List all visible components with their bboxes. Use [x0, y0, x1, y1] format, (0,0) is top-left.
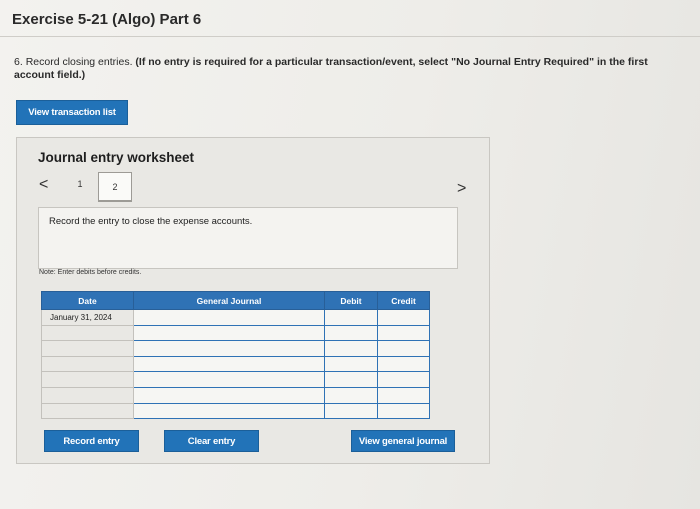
account-field[interactable]	[133, 324, 325, 342]
date-cell[interactable]	[41, 402, 134, 420]
credit-field[interactable]	[377, 371, 430, 388]
table-row	[41, 371, 430, 388]
table-row	[41, 386, 430, 404]
instructions: 6. Record closing entries. (If no entry …	[14, 56, 686, 82]
page: Exercise 5-21 (Algo) Part 6 6. Record cl…	[0, 0, 700, 509]
credit-field[interactable]	[377, 355, 430, 373]
debit-field[interactable]	[324, 355, 378, 373]
table-row	[41, 324, 430, 342]
credit-field[interactable]	[377, 324, 430, 342]
record-entry-button[interactable]: Record entry	[44, 430, 139, 452]
clear-entry-button[interactable]: Clear entry	[164, 430, 259, 452]
debit-field[interactable]	[324, 402, 378, 420]
entry-instruction-box: Record the entry to close the expense ac…	[38, 207, 458, 269]
date-cell[interactable]	[41, 386, 134, 404]
account-field[interactable]	[133, 340, 325, 357]
account-field[interactable]	[133, 309, 325, 326]
instruction-text: Record closing entries.	[25, 56, 133, 68]
page-tab-1[interactable]: 1	[71, 176, 89, 192]
divider	[0, 36, 700, 37]
account-field[interactable]	[133, 402, 325, 420]
instruction-number: 6.	[14, 56, 23, 68]
debit-credit-note: Note: Enter debits before credits.	[39, 269, 142, 276]
account-field[interactable]	[133, 386, 325, 404]
view-transaction-list-button[interactable]: View transaction list	[16, 100, 128, 125]
page-tab-2[interactable]: 2	[98, 172, 132, 202]
journal-entry-worksheet: Journal entry worksheet < 1 2 > Record t…	[16, 137, 490, 464]
column-header-credit: Credit	[377, 291, 430, 310]
debit-field[interactable]	[324, 386, 378, 404]
debit-field[interactable]	[324, 371, 378, 388]
debit-field[interactable]	[324, 340, 378, 357]
table-row: January 31, 2024	[41, 309, 430, 326]
date-cell[interactable]	[41, 355, 134, 373]
prev-page-icon[interactable]: <	[39, 176, 48, 194]
credit-field[interactable]	[377, 402, 430, 420]
entry-instruction: Record the entry to close the expense ac…	[49, 216, 253, 227]
page-title: Exercise 5-21 (Algo) Part 6	[12, 11, 202, 28]
account-field[interactable]	[133, 371, 325, 388]
date-cell[interactable]	[41, 371, 134, 388]
date-cell[interactable]: January 31, 2024	[41, 309, 134, 326]
journal-header-row: Date General Journal Debit Credit	[41, 291, 430, 310]
account-field[interactable]	[133, 355, 325, 373]
debit-field[interactable]	[324, 309, 378, 326]
view-general-journal-button[interactable]: View general journal	[351, 430, 455, 452]
worksheet-title: Journal entry worksheet	[38, 150, 195, 165]
credit-field[interactable]	[377, 309, 430, 326]
table-row	[41, 355, 430, 373]
journal-table: Date General Journal Debit Credit Januar…	[41, 291, 430, 420]
table-row	[41, 340, 430, 357]
column-header-general-journal: General Journal	[133, 291, 325, 310]
table-row	[41, 402, 430, 420]
date-cell[interactable]	[41, 340, 134, 357]
credit-field[interactable]	[377, 386, 430, 404]
date-cell[interactable]	[41, 324, 134, 342]
next-page-icon[interactable]: >	[457, 180, 466, 198]
credit-field[interactable]	[377, 340, 430, 357]
column-header-debit: Debit	[324, 291, 378, 310]
debit-field[interactable]	[324, 324, 378, 342]
column-header-date: Date	[41, 291, 134, 310]
